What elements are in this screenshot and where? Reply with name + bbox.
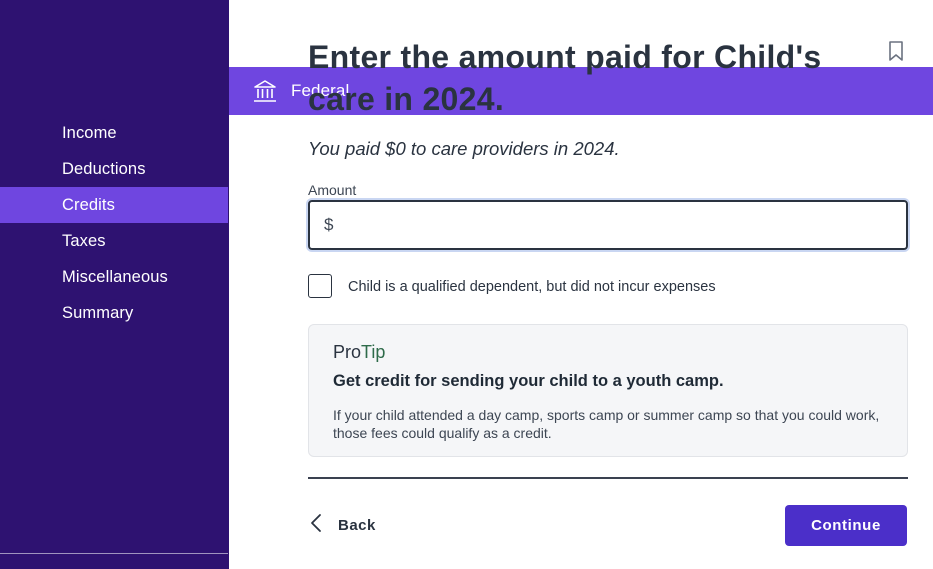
sidebar-item-miscellaneous[interactable]: Miscellaneous (0, 259, 228, 295)
chevron-left-icon (308, 512, 324, 539)
protip-tip: Tip (361, 342, 386, 362)
sidebar-item-summary[interactable]: Summary (0, 295, 228, 331)
page-title: Enter the amount paid for Child's care i… (308, 39, 822, 117)
main-content: Enter the amount paid for Child's care i… (229, 0, 933, 569)
sidebar-divider (0, 553, 228, 554)
protip-card: ProTip Get credit for sending your child… (308, 324, 908, 457)
amount-field[interactable]: $ (308, 200, 908, 250)
protip-heading: ProTip (333, 342, 385, 363)
amount-input[interactable] (344, 202, 900, 248)
amount-label: Amount (308, 182, 357, 198)
back-button[interactable]: Back (308, 512, 376, 539)
sidebar-item-taxes[interactable]: Taxes (0, 223, 228, 259)
sidebar-item-label: Credits (62, 195, 115, 214)
protip-pro: Pro (333, 342, 362, 362)
sidebar-item-deductions[interactable]: Deductions (0, 151, 228, 187)
footer-divider (308, 477, 908, 479)
sidebar-item-label: Summary (62, 303, 134, 322)
sidebar-item-label: Miscellaneous (62, 267, 168, 286)
sidebar: Basic Info Federal Income Deductions Cre… (0, 0, 933, 569)
sidebar-item-credits[interactable]: Credits (0, 187, 228, 223)
currency-symbol: $ (324, 215, 334, 234)
protip-title: Get credit for sending your child to a y… (333, 372, 724, 390)
protip-body: If your child attended a day camp, sport… (333, 407, 880, 441)
bookmark-icon[interactable] (885, 40, 907, 62)
sidebar-item-label: Deductions (62, 159, 146, 178)
continue-button[interactable]: Continue (785, 505, 907, 546)
page-subtitle: You paid $0 to care providers in 2024. (308, 138, 620, 159)
sidebar-item-income[interactable]: Income (0, 115, 228, 151)
checkbox-label[interactable]: Child is a qualified dependent, but did … (348, 279, 716, 295)
sidebar-item-label: Income (62, 123, 117, 142)
sidebar-item-label: Taxes (62, 231, 106, 250)
back-label: Back (338, 517, 376, 534)
no-expenses-checkbox[interactable] (308, 274, 332, 298)
